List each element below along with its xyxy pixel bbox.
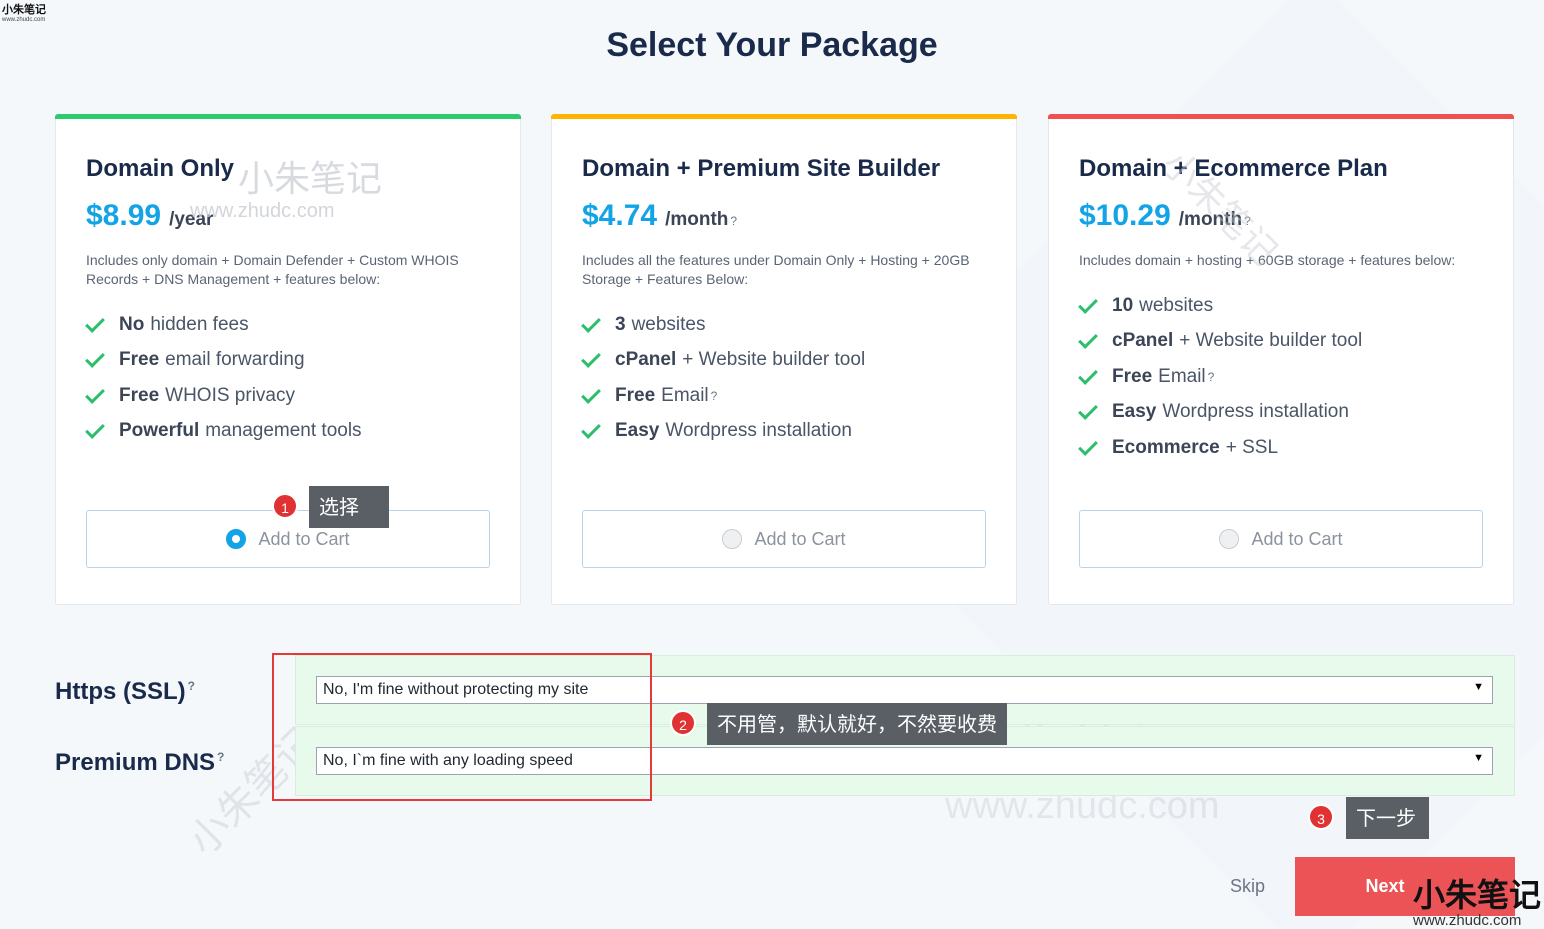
annotation-frame	[272, 653, 652, 801]
feature-list: No hidden fees Free email forwarding Fre…	[85, 307, 490, 450]
help-icon[interactable]: ?	[730, 214, 737, 228]
watermark: 小朱笔记	[238, 159, 383, 200]
chevron-down-icon: ▼	[1473, 681, 1484, 693]
feature-item: 3 websites	[581, 307, 986, 343]
radio-icon[interactable]	[1219, 529, 1240, 549]
add-to-cart-button[interactable]: Add to Cart	[582, 510, 986, 568]
add-to-cart-button[interactable]: Add to Cart	[86, 510, 490, 568]
check-icon	[85, 383, 105, 404]
help-icon: ?	[187, 679, 195, 693]
chevron-down-icon: ▼	[1473, 752, 1484, 764]
feature-item: 10 websites	[1078, 288, 1483, 324]
check-icon	[1078, 329, 1098, 350]
check-icon	[85, 348, 105, 369]
annotation-badge-3: 3	[1308, 804, 1334, 830]
feature-item: Free Email ?	[581, 378, 986, 414]
annotation-tip-2: 不用管，默认就好，不然要收费	[707, 703, 1007, 745]
plan-description: Includes only domain + Domain Defender +…	[86, 252, 459, 287]
price-row: $4.74 /month ?	[582, 199, 986, 233]
ssl-label: Https (SSL)?	[55, 678, 195, 705]
check-icon	[581, 312, 601, 333]
plan-accent-bar	[551, 114, 1017, 119]
check-icon	[85, 419, 105, 440]
plan-unit: /month	[665, 209, 729, 230]
feature-item: cPanel + Website builder tool	[581, 343, 986, 379]
annotation-badge-2: 2	[670, 710, 696, 736]
help-icon[interactable]: ?	[1208, 370, 1215, 384]
corner-logo: 小朱笔记 www.zhudc.com	[2, 4, 46, 23]
plan-price: $10.29	[1079, 199, 1171, 232]
help-icon: ?	[217, 750, 225, 764]
help-icon[interactable]: ?	[711, 389, 718, 403]
check-icon	[1078, 364, 1098, 385]
skip-link[interactable]: Skip	[1230, 876, 1265, 897]
feature-item: Powerful management tools	[85, 414, 490, 450]
add-to-cart-button[interactable]: Add to Cart	[1079, 510, 1483, 568]
plan-name: Domain + Premium Site Builder	[582, 155, 941, 182]
check-icon	[1078, 293, 1098, 314]
plan-description: Includes all the features under Domain O…	[582, 252, 970, 287]
feature-list: 3 websites cPanel + Website builder tool…	[581, 307, 986, 450]
plan-card: Domain + Ecommerce Plan $10.29 /month ? …	[1048, 114, 1514, 605]
annotation-badge-1: 1	[272, 493, 298, 519]
check-icon	[581, 419, 601, 440]
feature-item: Free WHOIS privacy	[85, 378, 490, 414]
radio-icon[interactable]	[722, 529, 743, 549]
watermark-url: www.zhudc.com	[190, 200, 335, 222]
radio-icon[interactable]	[226, 529, 247, 549]
feature-item: Free Email ?	[1078, 359, 1483, 395]
check-icon	[581, 383, 601, 404]
annotation-tip-1: 选择	[309, 486, 389, 528]
feature-item: Free email forwarding	[85, 343, 490, 379]
feature-item: No hidden fees	[85, 307, 490, 343]
plan-accent-bar	[55, 114, 521, 119]
plan-price: $8.99	[86, 199, 162, 232]
feature-item: Ecommerce + SSL	[1078, 430, 1483, 466]
plan-description: Includes domain + hosting + 60GB storage…	[1079, 252, 1456, 268]
check-icon	[85, 312, 105, 333]
plan-card: Domain + Premium Site Builder $4.74 /mon…	[551, 114, 1017, 605]
check-icon	[581, 348, 601, 369]
feature-item: Easy Wordpress installation	[1078, 395, 1483, 431]
corner-logo: 小朱笔记 www.zhudc.com	[1413, 876, 1542, 929]
feature-list: 10 websites cPanel + Website builder too…	[1078, 288, 1483, 466]
feature-item: cPanel + Website builder tool	[1078, 324, 1483, 360]
check-icon	[1078, 400, 1098, 421]
plan-name: Domain + Ecommerce Plan	[1079, 155, 1388, 182]
feature-item: Easy Wordpress installation	[581, 414, 986, 450]
plan-price: $4.74	[582, 199, 658, 232]
check-icon	[1078, 435, 1098, 456]
page-title: Select Your Package	[606, 26, 938, 64]
annotation-tip-3: 下一步	[1346, 797, 1429, 839]
dns-label: Premium DNS?	[55, 749, 225, 776]
plan-accent-bar	[1048, 114, 1514, 119]
